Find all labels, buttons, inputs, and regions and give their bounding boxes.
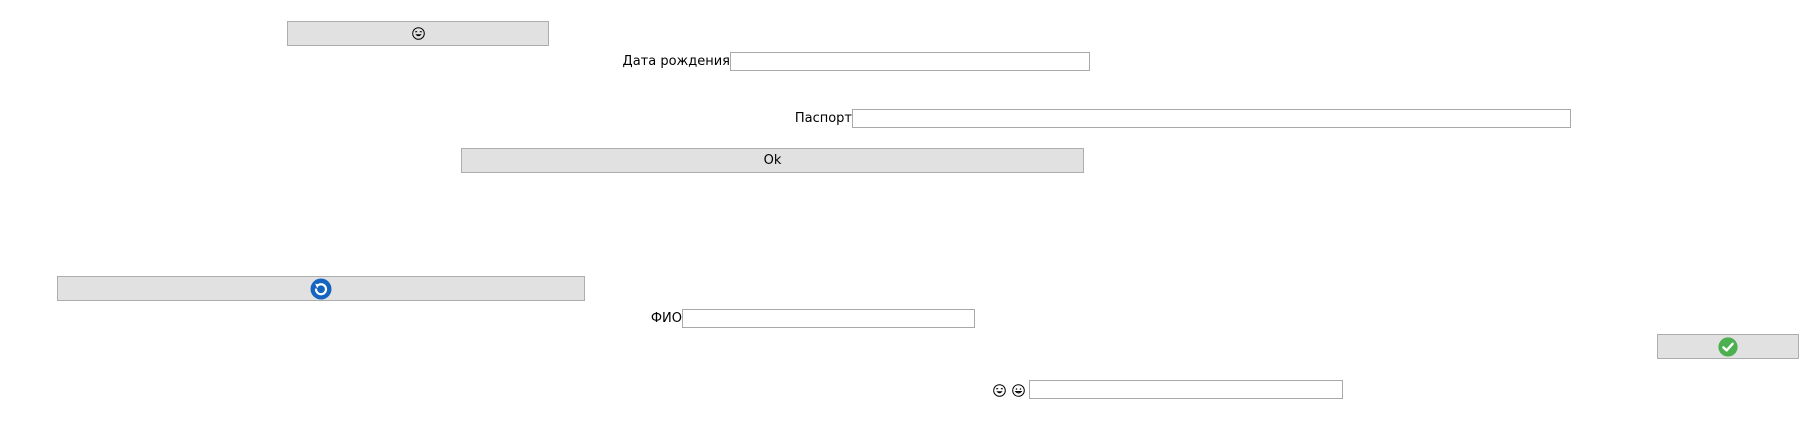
grinning-face-icon xyxy=(1012,384,1025,397)
blue-refresh-icon xyxy=(310,278,332,300)
laughing-face-icon xyxy=(411,27,425,40)
passport-label: Паспорт xyxy=(794,111,852,126)
ok-button[interactable]: Ok xyxy=(461,148,1084,173)
birth-date-field[interactable] xyxy=(730,52,1090,71)
birth-date-label: Дата рождения xyxy=(622,54,730,69)
emoji-button[interactable] xyxy=(287,21,549,46)
laughing-face-icon xyxy=(993,384,1006,397)
emoji-label xyxy=(993,381,1025,400)
refresh-button[interactable] xyxy=(57,276,585,301)
full-name-field[interactable] xyxy=(682,309,975,328)
emoji-field[interactable] xyxy=(1029,380,1343,399)
full-name-label: ФИО xyxy=(650,311,682,326)
confirm-button[interactable] xyxy=(1657,334,1799,359)
passport-field[interactable] xyxy=(852,109,1571,128)
green-check-icon xyxy=(1718,336,1738,357)
